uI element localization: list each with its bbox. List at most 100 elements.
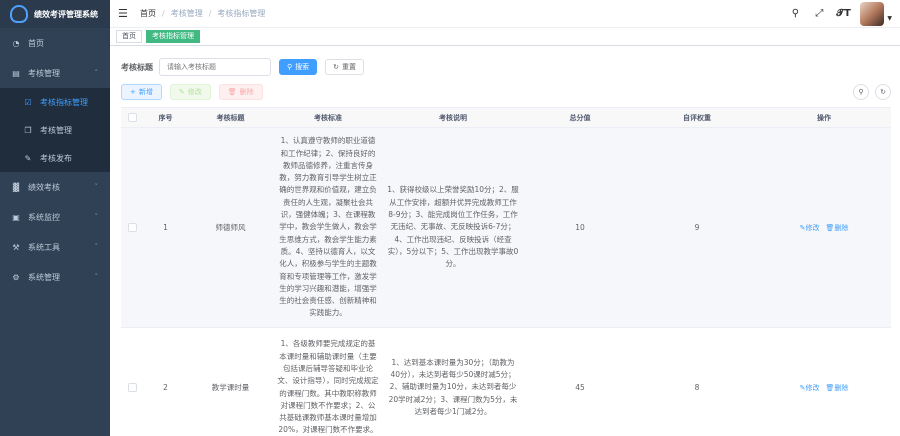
row-edit-label: 修改 [805, 383, 820, 392]
cell-no: 1 [163, 223, 168, 232]
breadcrumb-separator: / [208, 9, 212, 18]
cell-ops: ✎修改 🗑删除 [757, 128, 891, 327]
caret-down-icon[interactable]: ▼ [887, 15, 892, 22]
sidebar-item-label: 系统工具 [28, 242, 60, 252]
tool-icon: ⚒ [12, 242, 20, 252]
row-delete-label: 删除 [834, 383, 849, 392]
sidebar-item-7[interactable]: ⚒ 系统工具 ˅ [0, 232, 110, 262]
header-weight: 自评权重 [683, 113, 711, 122]
indicator-table: 序号 考核标题 考核标准 考核说明 总分值 自评权重 操作 1 师德师风 1、认… [121, 107, 891, 436]
dashboard-icon: ◔ [12, 38, 20, 48]
font-size-icon[interactable]: 𝓣T [836, 7, 850, 21]
sidebar-item-label: 考核发布 [40, 153, 72, 163]
row-edit-link[interactable]: ✎修改 [800, 223, 820, 233]
fullscreen-icon[interactable]: ⤢ [812, 7, 826, 21]
table-row: 2 教学课时量 1、各级教师要完成规定的基本课时量和辅助课时量（主要包括课后辅导… [121, 328, 891, 436]
sidebar-item-label: 绩效考核 [28, 182, 60, 192]
tags-view: 首页 考核指标管理 [110, 28, 900, 46]
chevron-down-icon: ˅ [94, 213, 99, 221]
sidebar-item-3[interactable]: ❐ 考核管理 [0, 116, 110, 144]
checkbox-icon: ☑ [24, 97, 32, 107]
sidebar-item-5[interactable]: ▓ 绩效考核 ˅ [0, 172, 110, 202]
monitor-icon: ▣ [12, 212, 20, 222]
sidebar-item-0[interactable]: ◔ 首页 [0, 28, 110, 58]
sidebar-item-6[interactable]: ▣ 系统监控 ˅ [0, 202, 110, 232]
sidebar-item-label: 首页 [28, 38, 44, 48]
add-button-label: 新增 [138, 88, 153, 96]
cell-title: 师德师风 [215, 223, 246, 232]
header-ops: 操作 [817, 113, 831, 122]
logo-row: 绩效考评管理系统 [0, 0, 110, 28]
row-delete-link[interactable]: 🗑删除 [825, 383, 848, 393]
breadcrumb: 首页 / 考核管理 / 考核指标管理 [140, 8, 265, 19]
sidebar-item-2[interactable]: ☑ 考核指标管理 [0, 88, 110, 116]
sidebar-item-label: 系统管理 [28, 272, 60, 282]
row-edit-link[interactable]: ✎修改 [800, 383, 820, 393]
delete-button[interactable]: 🗑 删除 [218, 84, 263, 100]
search-form: 考核标题 ⚲ 搜索 ↻ 重置 [121, 58, 365, 76]
sidebar-item-label: 系统监控 [28, 212, 60, 222]
search-button[interactable]: ⚲ 搜索 [279, 59, 318, 75]
refresh-icon[interactable]: ↻ [875, 84, 891, 100]
cell-desc-text: 1、获得校级以上荣誉奖励10分；2、服从工作安排，超额并优异完成教师工作8-9分… [387, 185, 519, 269]
avatar[interactable] [860, 2, 885, 26]
sidebar-item-4[interactable]: ✎ 考核发布 [0, 144, 110, 172]
edit-icon: ✎ [178, 88, 185, 96]
trash-icon: 🗑 [227, 88, 237, 96]
search-title-input[interactable] [159, 58, 271, 76]
cell-total: 10 [575, 223, 585, 232]
header-checkbox-cell [121, 108, 143, 127]
tag-indicator-management[interactable]: 考核指标管理 [146, 30, 200, 43]
logo-icon [10, 5, 28, 23]
reset-button[interactable]: ↻ 重置 [325, 59, 365, 75]
select-all-checkbox[interactable] [127, 113, 137, 122]
search-icon[interactable]: ⚲ [788, 7, 802, 21]
row-checkbox[interactable] [127, 383, 137, 392]
sidebar: 绩效考评管理系统 ◔ 首页 ▤ 考核管理 ˄ ☑ 考核指标管理 ❐ 考核管理 ✎ 考核发布 ▓ 绩效考核… [0, 0, 110, 436]
cell-standard-text: 1、认真遵守教师的职业道德和工作纪律；2、保持良好的教师品德修养，注重言传身教，… [279, 136, 377, 318]
cell-standard: 1、认真遵守教师的职业道德和工作纪律；2、保持良好的教师品德修养，注重言传身教，… [273, 128, 383, 327]
app-title: 绩效考评管理系统 [34, 9, 98, 19]
reset-button-label: 重置 [342, 63, 357, 71]
cell-standard-text: 1、各级教师要完成规定的基本课时量和辅助课时量（主要包括课后辅导答疑和毕业论文、… [277, 339, 379, 435]
edit-button-label: 修改 [187, 88, 202, 96]
cell-total: 45 [575, 383, 585, 392]
row-edit-label: 修改 [805, 223, 820, 232]
sidebar-item-label: 考核管理 [28, 68, 60, 78]
sidebar-item-8[interactable]: ⚙ 系统管理 ˅ [0, 262, 110, 292]
chevron-down-icon: ˅ [94, 183, 99, 191]
table-header: 序号 考核标题 考核标准 考核说明 总分值 自评权重 操作 [121, 108, 891, 128]
row-checkbox[interactable] [127, 223, 137, 232]
edit-button[interactable]: ✎ 修改 [169, 84, 211, 100]
navbar: ☰ 首页 / 考核管理 / 考核指标管理 ⚲ ⤢ 𝓣T ▼ [110, 0, 900, 28]
breadcrumb-home[interactable]: 首页 [140, 8, 156, 19]
breadcrumb-current: 考核指标管理 [217, 9, 266, 18]
header-total: 总分值 [569, 113, 591, 122]
plus-icon: + [130, 88, 136, 96]
sidebar-menu: ◔ 首页 ▤ 考核管理 ˄ ☑ 考核指标管理 ❐ 考核管理 ✎ 考核发布 ▓ 绩效考核 ˅ ▣ 系统监控 ˅ ⚒ 系… [0, 28, 110, 292]
cell-no: 2 [163, 383, 168, 392]
main-content: 考核标题 ⚲ 搜索 ↻ 重置 + 新增 ✎ 修改 🗑 删除 ⚲ ↻ [110, 46, 900, 436]
toggle-search-icon[interactable]: ⚲ [853, 84, 869, 100]
chart-icon: ▓ [12, 182, 20, 192]
chevron-down-icon: ˅ [94, 243, 99, 251]
sidebar-item-label: 考核管理 [40, 125, 72, 135]
toolbar: + 新增 ✎ 修改 🗑 删除 ⚲ ↻ [121, 84, 891, 100]
navbar-tools: ⚲ ⤢ 𝓣T ▼ [778, 2, 892, 26]
right-toolbar: ⚲ ↻ [847, 84, 891, 100]
table-row: 1 师德师风 1、认真遵守教师的职业道德和工作纪律；2、保持良好的教师品德修养，… [121, 128, 891, 328]
cell-desc: 1、获得校级以上荣誉奖励10分；2、服从工作安排，超额并优异完成教师工作8-9分… [383, 128, 523, 327]
add-button[interactable]: + 新增 [121, 84, 162, 100]
breadcrumb-separator: / [162, 9, 165, 18]
chevron-down-icon: ˅ [94, 273, 99, 281]
sidebar-item-1[interactable]: ▤ 考核管理 ˄ [0, 58, 110, 88]
sidebar-item-label: 考核指标管理 [40, 97, 88, 107]
refresh-icon: ↻ [333, 63, 340, 71]
cell-standard: 1、各级教师要完成规定的基本课时量和辅助课时量（主要包括课后辅导答疑和毕业论文、… [273, 328, 383, 436]
hamburger-icon[interactable]: ☰ [118, 7, 130, 20]
search-icon: ⚲ [287, 63, 293, 71]
search-title-label: 考核标题 [121, 62, 153, 72]
folder-icon: ▤ [12, 68, 20, 78]
row-delete-link[interactable]: 🗑删除 [825, 223, 848, 233]
tag-home[interactable]: 首页 [116, 30, 142, 43]
